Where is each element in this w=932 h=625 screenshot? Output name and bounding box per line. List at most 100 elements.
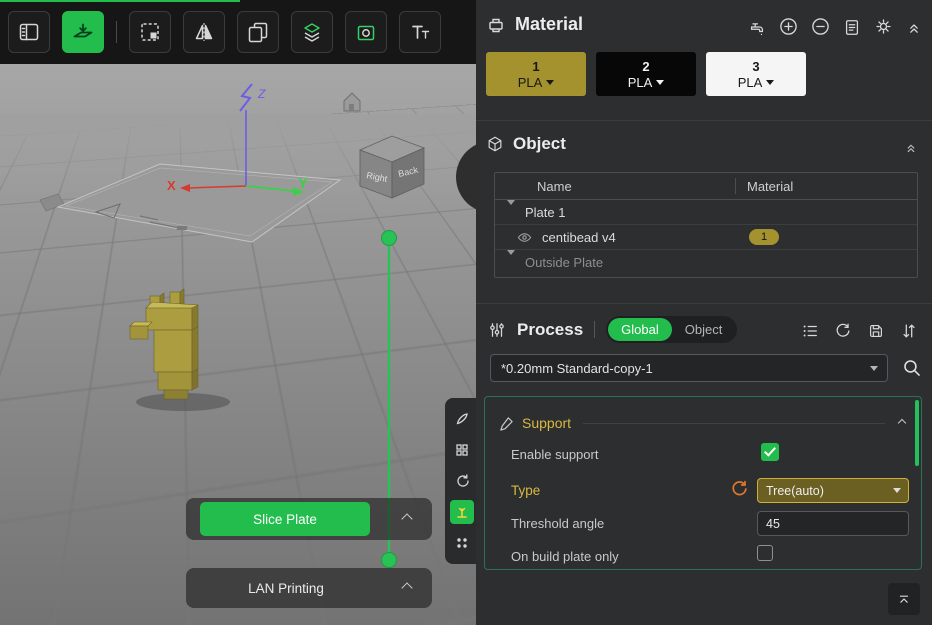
process-preset-dropdown[interactable]: *0.20mm Standard-copy-1 [490,354,888,382]
support-section-header[interactable]: Support [499,413,905,433]
remove-filament-button[interactable] [811,17,830,36]
z-axis-squiggle [240,84,252,111]
lay-on-face-icon [71,20,95,44]
transfer-icon [900,322,918,340]
add-filament-button[interactable] [779,17,798,36]
collapse-material-button[interactable] [906,19,922,35]
column-name: Name [495,179,572,194]
search-settings-button[interactable] [901,357,922,383]
slice-plate-label: Slice Plate [253,512,317,527]
object-table: Name Material Plate 1 centibead v4 1 O [494,172,918,278]
sliders-icon [488,321,506,339]
material-title: Material [515,14,583,35]
material-slot-2[interactable]: 2 PLA [596,52,696,96]
material-slot-3[interactable]: 3 PLA [706,52,806,96]
object-row-outside-plate[interactable]: Outside Plate [495,250,917,275]
collapse-object-button[interactable] [904,140,918,154]
reset-value-button[interactable] [729,479,749,499]
printer-icon [486,15,506,35]
material-badge[interactable]: 1 [749,229,779,245]
support-paint-tool-button[interactable] [450,500,474,524]
slot-number: 3 [752,59,759,74]
slice-options-chevron[interactable] [394,498,420,540]
object-row-centibead[interactable]: centibead v4 1 [495,225,917,250]
lay-on-face-button[interactable] [62,11,104,53]
grid-tool-button[interactable] [450,438,474,462]
y-axis-label: Y [298,175,308,192]
enable-support-checkbox[interactable] [761,443,779,461]
scrollbar-thumb[interactable] [915,400,919,466]
text-tool-button[interactable] [399,11,441,53]
chevron-up-icon [401,582,412,593]
sync-tool-icon [454,473,470,489]
sidebar-collapse-button[interactable] [888,583,920,615]
apps-tool-button[interactable] [450,531,474,555]
edit-filament-button[interactable] [843,18,861,36]
split-to-objects-button[interactable] [291,11,333,53]
home-view-button[interactable] [344,93,360,111]
apps-tool-icon [454,535,470,551]
section-handle-bottom[interactable] [382,553,397,568]
slot-material-label: PLA [518,75,543,90]
filament-settings-button[interactable] [874,17,893,36]
expand-caret-icon[interactable] [507,255,515,270]
split-to-objects-icon [300,20,324,44]
preset-row: *0.20mm Standard-copy-1 [490,354,922,382]
chevron-down-icon [766,80,774,85]
on-build-plate-only-checkbox[interactable] [757,545,773,561]
object-title: Object [513,134,566,154]
print-panel[interactable]: LAN Printing [186,568,432,608]
double-chevron-up-icon [904,140,918,154]
expand-caret-icon[interactable] [507,205,515,220]
sync-tool-button[interactable] [450,469,474,493]
support-brush-icon [499,416,514,431]
arrange-icon [138,20,162,44]
preset-name: *0.20mm Standard-copy-1 [501,361,653,376]
row-label: Outside Plate [525,255,603,270]
nav-cube[interactable]: Right Back [360,136,424,198]
arrange-button[interactable] [129,11,171,53]
enable-support-label: Enable support [511,447,598,462]
sync-presets-button[interactable] [900,322,918,340]
print-options-chevron[interactable] [394,568,420,608]
faucet-icon [748,18,766,36]
object-row-plate-1[interactable]: Plate 1 [495,200,917,225]
slot-number: 2 [642,59,649,74]
slice-plate-button[interactable]: Slice Plate [200,502,370,536]
scene-3d[interactable]: Z X Y [0,64,476,625]
history-button[interactable] [834,322,852,340]
history-icon [834,322,852,340]
support-paint-tool-icon [454,504,470,520]
clone-button[interactable] [237,11,279,53]
tab-global[interactable]: Global [608,318,672,341]
chevron-down-icon [546,80,554,85]
toolbar-separator [116,21,117,43]
mirror-button[interactable] [183,11,225,53]
support-type-dropdown[interactable]: Tree(auto) [757,478,909,503]
paint-tool-icon [454,411,470,427]
list-icon [801,322,819,340]
x-axis-label: X [167,178,176,193]
plate-tab [40,194,64,211]
undo-icon [729,479,749,499]
material-slot-1[interactable]: 1 PLA [486,52,586,96]
visibility-eye-icon[interactable] [517,230,532,245]
parameter-list-button[interactable] [801,322,819,340]
split-to-parts-button[interactable] [345,11,387,53]
threshold-angle-label: Threshold angle [511,516,604,531]
plate-settings-button[interactable] [8,11,50,53]
collapse-support-chevron[interactable] [898,419,906,427]
paint-tool-button[interactable] [450,407,474,431]
support-type-label: Type [511,483,540,498]
process-header: Process Global Object [488,316,737,343]
threshold-angle-input[interactable] [757,511,909,536]
search-icon [901,357,922,378]
tab-object[interactable]: Object [672,318,736,341]
save-preset-button[interactable] [867,322,885,340]
section-handle-top[interactable] [382,231,397,246]
save-icon [867,322,885,340]
orbit-crescent [456,141,476,213]
model-centibead[interactable] [130,289,198,399]
flush-volumes-button[interactable] [748,18,766,36]
material-header: Material [486,14,583,35]
